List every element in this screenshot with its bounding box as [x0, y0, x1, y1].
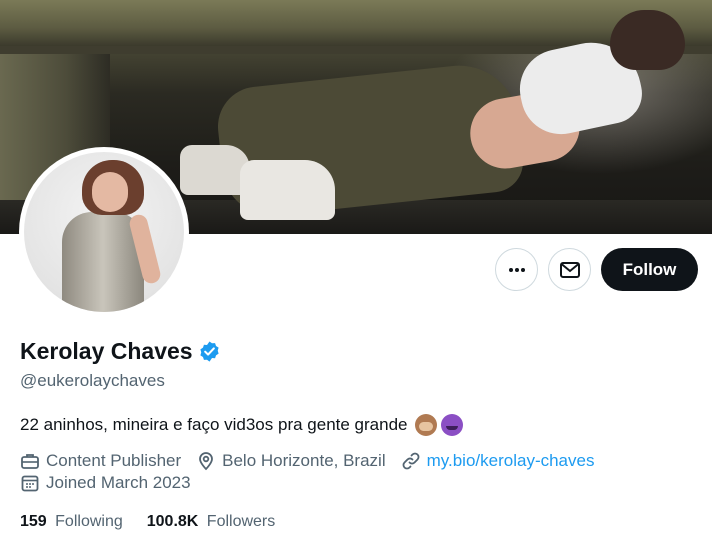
- followers-label: Followers: [206, 513, 276, 530]
- category-label: Content Publisher: [46, 451, 182, 470]
- following-link[interactable]: 159 Following: [20, 513, 123, 531]
- website-link[interactable]: my.bio/kerolay-chaves: [427, 451, 595, 471]
- avatar[interactable]: [19, 147, 189, 317]
- banner-boot: [240, 160, 335, 220]
- link-icon: [402, 452, 420, 470]
- message-button[interactable]: [548, 248, 591, 291]
- profile-handle: @eukerolaychaves: [20, 371, 165, 390]
- followers-count: 100.8K: [146, 513, 199, 530]
- profile-name: Kerolay Chaves: [20, 338, 193, 364]
- follow-button[interactable]: Follow: [601, 248, 698, 291]
- profile-joined: Joined March 2023: [20, 473, 191, 493]
- profile-category: Content Publisher: [20, 451, 181, 471]
- joined-label: Joined March 2023: [46, 473, 191, 492]
- location-pin-icon: [199, 452, 214, 471]
- briefcase-icon: [21, 454, 39, 469]
- bio-text: 22 aninhos, mineira e faço vid3os pra ge…: [20, 415, 408, 434]
- smiling-imp-icon: [441, 414, 464, 436]
- following-label: Following: [55, 513, 123, 530]
- more-options-button[interactable]: [495, 248, 538, 291]
- more-horizontal-icon: [508, 267, 525, 272]
- profile-bio: 22 aninhos, mineira e faço vid3os pra ge…: [20, 414, 464, 436]
- profile-website[interactable]: my.bio/kerolay-chaves: [401, 451, 595, 471]
- location-label: Belo Horizonte, Brazil: [222, 451, 386, 470]
- profile-meta: Content Publisher Belo Horizonte, Brazil…: [20, 451, 609, 471]
- avatar-figure-face: [92, 172, 128, 212]
- following-count: 159: [20, 513, 47, 530]
- profile-location: Belo Horizonte, Brazil: [196, 451, 386, 471]
- followers-link[interactable]: 100.8K Followers: [147, 513, 276, 531]
- envelope-icon: [559, 261, 580, 278]
- calendar-icon: [21, 475, 39, 492]
- avatar-image: [24, 152, 184, 312]
- see-no-evil-monkey-icon: [415, 414, 438, 436]
- banner-figure-hair: [610, 10, 685, 70]
- profile-name-row: Kerolay Chaves: [20, 338, 221, 365]
- banner-truck-edge: [0, 0, 712, 46]
- profile-stats: 159 Following 100.8K Followers: [20, 513, 299, 531]
- verified-badge-icon[interactable]: [198, 340, 221, 363]
